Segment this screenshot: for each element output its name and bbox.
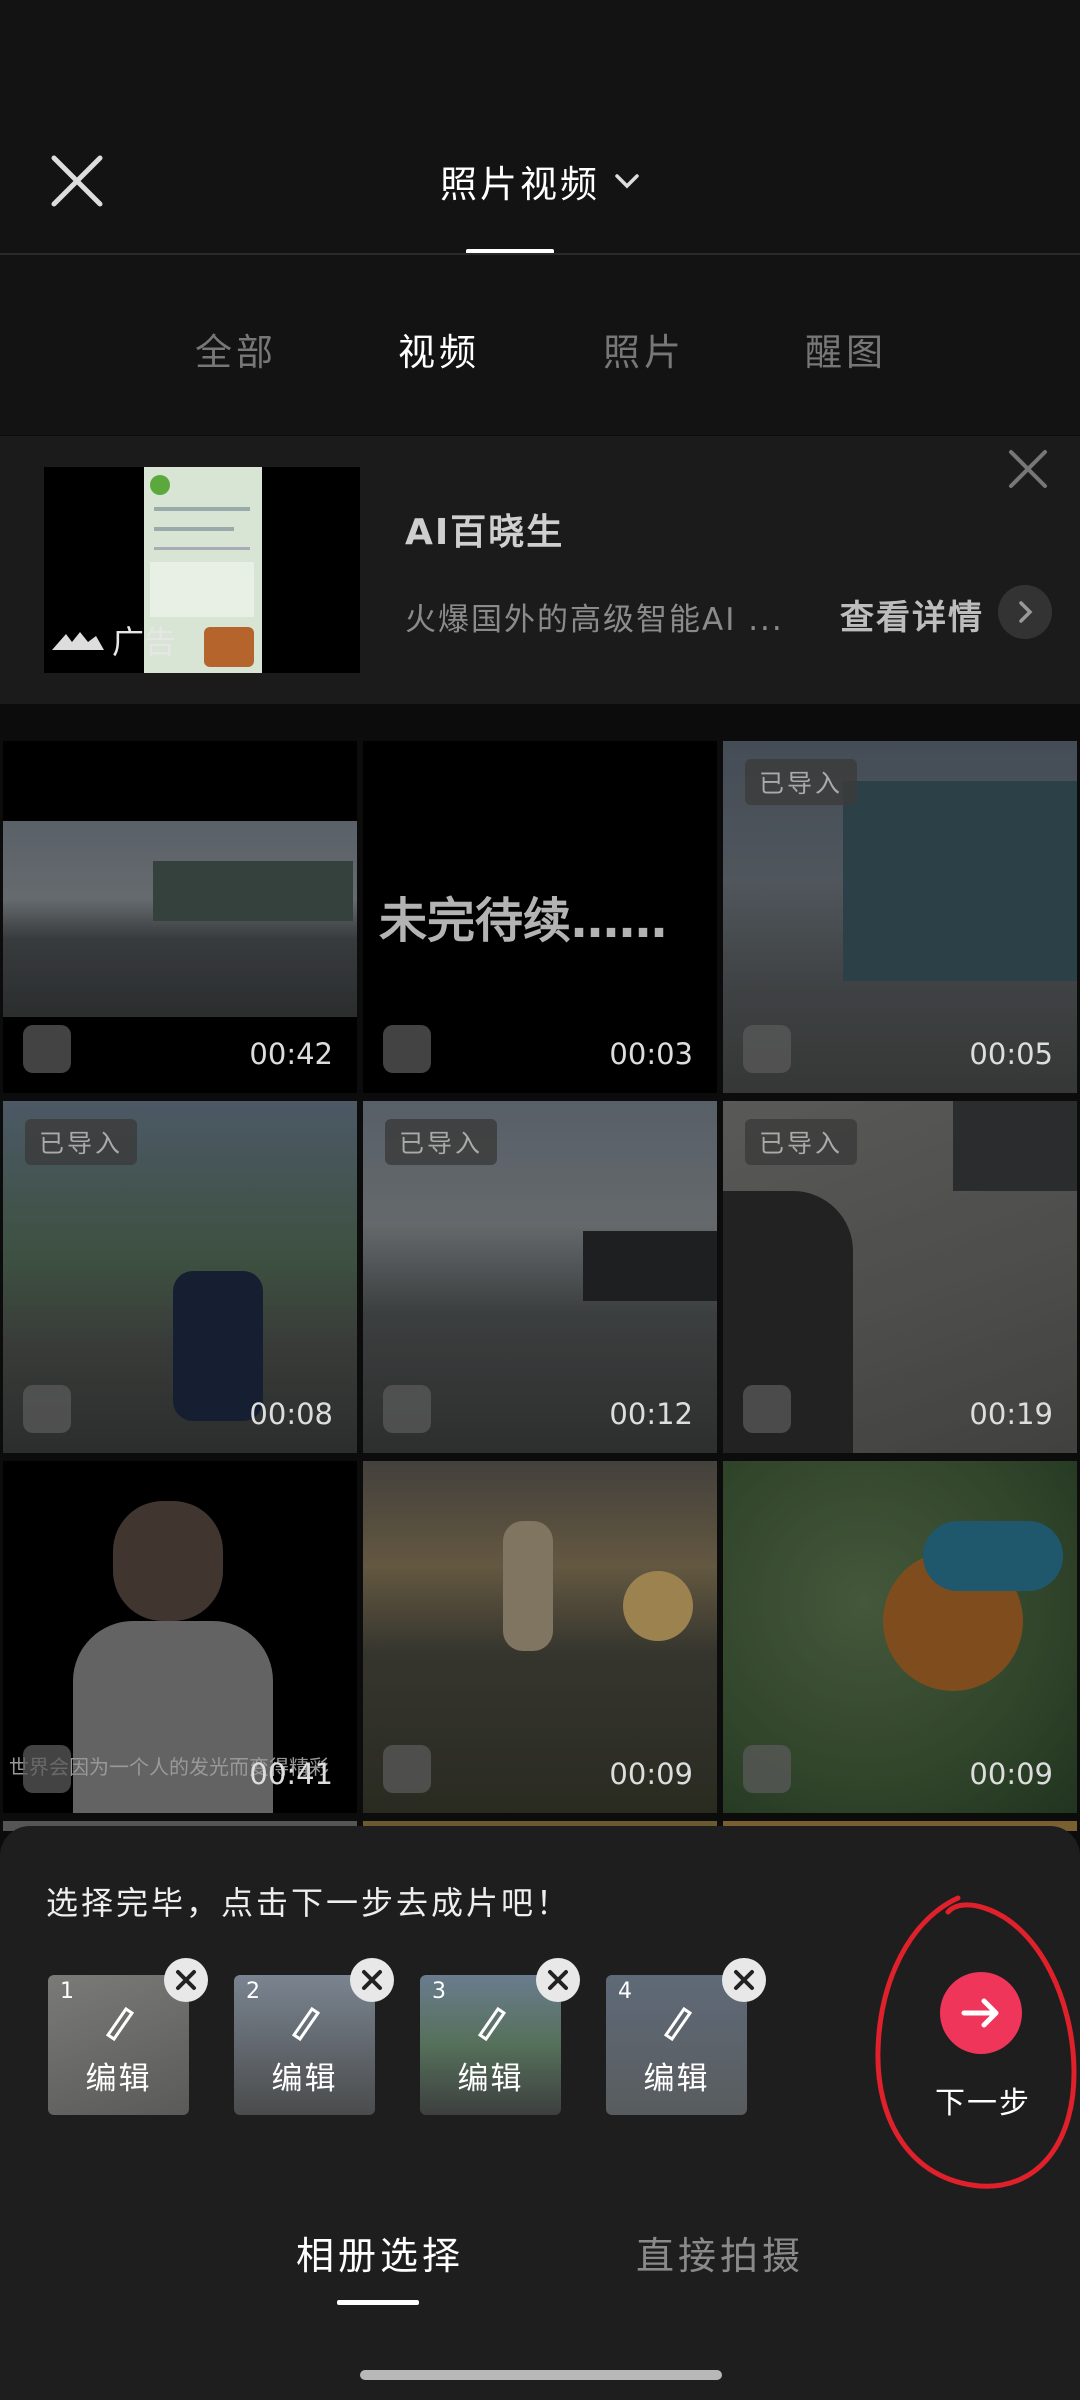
selection-hint: 选择完毕，点击下一步去成片吧！ — [46, 1884, 572, 1922]
filter-bar — [0, 255, 1080, 435]
ad-label: 广告 — [52, 617, 176, 663]
tile-overlay-text: 未完待续…… — [379, 893, 668, 949]
edit-label: 编辑 — [643, 2061, 710, 2097]
imported-badge: 已导入 — [745, 1119, 858, 1165]
filter-xingtu[interactable]: 醒图 — [805, 322, 887, 376]
duration: 00:09 — [609, 1757, 693, 1791]
edit-icon — [105, 2006, 135, 2042]
tab-underline — [337, 2300, 419, 2305]
expand-icon[interactable] — [23, 1385, 71, 1433]
duration: 00:41 — [249, 1757, 333, 1791]
close-icon[interactable] — [48, 152, 106, 210]
filter-video[interactable]: 视频 — [398, 322, 480, 376]
ad-label-text: 广告 — [112, 623, 177, 661]
edit-label: 编辑 — [85, 2061, 152, 2097]
media-tile[interactable]: 已导入 00:05 — [723, 741, 1077, 1093]
ad-description: 火爆国外的高级智能AI ... — [405, 602, 784, 638]
expand-icon[interactable] — [23, 1025, 71, 1073]
home-indicator[interactable] — [360, 2370, 722, 2380]
expand-icon[interactable] — [23, 1745, 71, 1793]
duration: 00:08 — [249, 1397, 333, 1431]
expand-icon[interactable] — [383, 1025, 431, 1073]
chevron-right-icon[interactable] — [998, 585, 1052, 639]
album-dropdown[interactable]: 照片视频 — [420, 150, 660, 212]
imported-badge: 已导入 — [25, 1119, 138, 1165]
edit-label: 编辑 — [457, 2061, 524, 2097]
duration: 00:12 — [609, 1397, 693, 1431]
ad-title[interactable]: AI百晓生 — [405, 503, 564, 555]
edit-label: 编辑 — [271, 2061, 338, 2097]
imported-badge: 已导入 — [745, 759, 858, 805]
media-tile[interactable]: 未完待续…… 00:03 — [363, 741, 717, 1093]
duration: 00:03 — [609, 1037, 693, 1071]
remove-icon[interactable] — [164, 1958, 208, 2002]
tab-album-select[interactable]: 相册选择 — [296, 2225, 464, 2280]
duration: 00:42 — [249, 1037, 333, 1071]
chevron-down-icon — [615, 174, 639, 189]
ad-close-icon[interactable] — [1003, 444, 1053, 494]
expand-icon[interactable] — [383, 1745, 431, 1793]
edit-icon — [477, 2006, 507, 2042]
annotation-circle — [875, 1895, 1077, 2189]
selected-index: 3 — [432, 1979, 446, 2004]
selected-index: 2 — [246, 1979, 260, 2004]
edit-icon — [291, 2006, 321, 2042]
expand-icon[interactable] — [743, 1385, 791, 1433]
media-tile[interactable]: 00:09 — [363, 1461, 717, 1813]
media-tile[interactable]: 已导入 00:12 — [363, 1101, 717, 1453]
edit-icon — [663, 2006, 693, 2042]
ad-logo-icon — [52, 632, 104, 650]
ad-thumbnail[interactable]: 广告 — [44, 467, 360, 673]
duration: 00:05 — [969, 1037, 1053, 1071]
remove-icon[interactable] — [536, 1958, 580, 2002]
media-tile[interactable]: 世界会因为一个人的发光而变得精彩 00:41 — [3, 1461, 357, 1813]
filter-all[interactable]: 全部 — [195, 322, 277, 376]
remove-icon[interactable] — [350, 1958, 394, 2002]
page-title: 照片视频 — [440, 163, 600, 206]
expand-icon[interactable] — [383, 1385, 431, 1433]
selected-index: 1 — [60, 1979, 74, 2004]
media-tile[interactable]: 00:09 — [723, 1461, 1077, 1813]
media-tile[interactable]: 已导入 00:08 — [3, 1101, 357, 1453]
filter-photo[interactable]: 照片 — [603, 322, 685, 376]
remove-icon[interactable] — [722, 1958, 766, 2002]
duration: 00:09 — [969, 1757, 1053, 1791]
media-tile[interactable]: 已导入 00:19 — [723, 1101, 1077, 1453]
duration: 00:19 — [969, 1397, 1053, 1431]
top-bar — [0, 0, 1080, 255]
tab-direct-shoot[interactable]: 直接拍摄 — [636, 2225, 804, 2280]
imported-badge: 已导入 — [385, 1119, 498, 1165]
expand-icon[interactable] — [743, 1745, 791, 1793]
ad-detail-link[interactable]: 查看详情 — [840, 590, 984, 639]
selected-index: 4 — [618, 1979, 632, 2004]
expand-icon[interactable] — [743, 1025, 791, 1073]
media-tile[interactable]: 00:42 — [3, 741, 357, 1093]
